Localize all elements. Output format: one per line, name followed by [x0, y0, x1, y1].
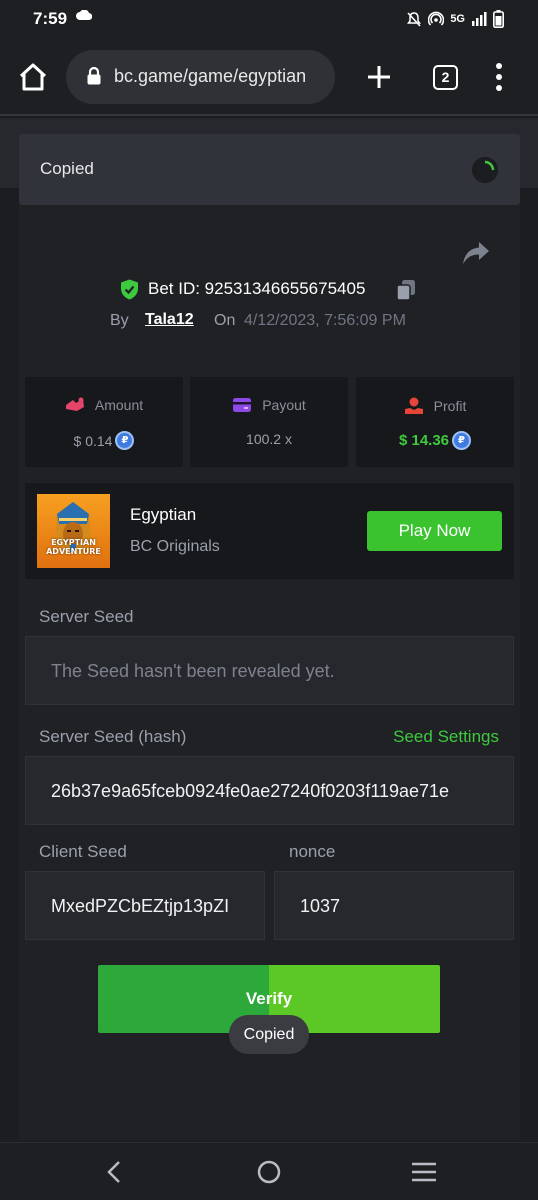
client-seed-label: Client Seed — [39, 842, 127, 861]
copied-notification: Copied — [19, 134, 520, 205]
coin-icon: ₽ — [452, 431, 472, 450]
game-card: EGYPTIAN ADVENTURE Egyptian BC Originals… — [25, 483, 514, 579]
notification-text: Copied — [40, 159, 94, 178]
server-seed-hash-value: 26b37e9a65fceb0924fe0ae27240f0203f119ae7… — [51, 781, 450, 801]
username-link[interactable]: Tala12 — [145, 311, 194, 329]
by-label: By — [110, 312, 129, 329]
client-seed-field[interactable]: MxedPZCbEZtjp13pZI — [25, 871, 265, 940]
amount-stat: Amount $ 0.14 ₽ — [25, 377, 183, 467]
plus-icon[interactable] — [365, 63, 393, 91]
hotspot-icon — [428, 11, 445, 26]
lock-icon — [87, 66, 101, 85]
browser-toolbar: bc.game/game/egyptian 2 — [0, 38, 538, 116]
address-bar[interactable]: bc.game/game/egyptian — [66, 50, 335, 104]
seed-settings-link[interactable]: Seed Settings — [393, 727, 499, 747]
thumbnail-title-line-1: EGYPTIAN — [51, 538, 96, 547]
home-icon[interactable] — [17, 61, 49, 93]
mute-icon — [407, 12, 422, 27]
network-type: 5G — [450, 13, 465, 25]
play-now-button[interactable]: Play Now — [367, 511, 502, 551]
payout-stat: Payout 100.2 x — [190, 377, 348, 467]
server-seed-hash-field[interactable]: 26b37e9a65fceb0924fe0ae27240f0203f119ae7… — [25, 756, 514, 825]
status-bar: 7:59 5G — [0, 0, 538, 38]
server-seed-hash-label: Server Seed (hash) — [39, 727, 187, 746]
server-seed-label: Server Seed — [39, 607, 134, 626]
system-navigation-bar — [0, 1142, 538, 1200]
more-vertical-icon[interactable] — [490, 61, 508, 93]
profit-label: Profit — [433, 398, 467, 414]
url-text[interactable]: bc.game/game/egyptian — [114, 66, 324, 87]
amount-icon — [65, 397, 84, 411]
coin-icon: ₽ — [115, 431, 135, 450]
amount-label: Amount — [94, 397, 144, 413]
payout-value: 100.2 x — [246, 431, 292, 447]
thumbnail-title-line-2: ADVENTURE — [46, 547, 101, 556]
wallet-icon — [233, 398, 252, 412]
home-circle-icon[interactable] — [257, 1160, 281, 1184]
signal-icon — [472, 12, 487, 26]
bet-datetime: 4/12/2023, 7:56:09 PM — [244, 312, 406, 329]
pharaoh-image — [55, 502, 91, 554]
profit-stat: Profit $ 14.36 ₽ — [356, 377, 514, 467]
status-time: 7:59 — [33, 9, 68, 28]
profit-value: $ 14.36 — [398, 432, 450, 449]
on-label: On — [214, 312, 236, 329]
nonce-value: 1037 — [300, 896, 341, 916]
bet-id: Bet ID: 92531346655675405 — [148, 279, 366, 298]
nonce-field[interactable]: 1037 — [274, 871, 514, 940]
game-thumbnail[interactable]: EGYPTIAN ADVENTURE — [37, 494, 110, 568]
game-provider: BC Originals — [130, 538, 220, 555]
share-icon[interactable] — [462, 240, 490, 266]
server-seed-field[interactable]: The Seed hasn't been revealed yet. — [25, 636, 514, 705]
tab-switcher-button[interactable]: 2 — [433, 65, 458, 90]
back-icon[interactable] — [104, 1160, 124, 1184]
client-seed-value: MxedPZCbEZtjp13pZI — [51, 896, 230, 916]
copy-icon[interactable] — [396, 279, 416, 301]
payout-label: Payout — [262, 397, 306, 413]
status-icons: 5G — [406, 8, 504, 30]
amount-value: $ 0.14 — [73, 432, 113, 449]
recents-icon[interactable] — [411, 1162, 437, 1182]
verified-shield-icon — [121, 279, 138, 300]
battery-icon — [493, 10, 504, 28]
copied-toast: Copied — [229, 1015, 309, 1054]
nonce-label: nonce — [289, 842, 336, 861]
progress-spinner-icon — [472, 157, 498, 183]
game-title: Egyptian — [130, 505, 197, 524]
profit-icon — [404, 397, 423, 414]
server-seed-value: The Seed hasn't been revealed yet. — [51, 661, 335, 681]
cloud-icon — [76, 10, 92, 20]
